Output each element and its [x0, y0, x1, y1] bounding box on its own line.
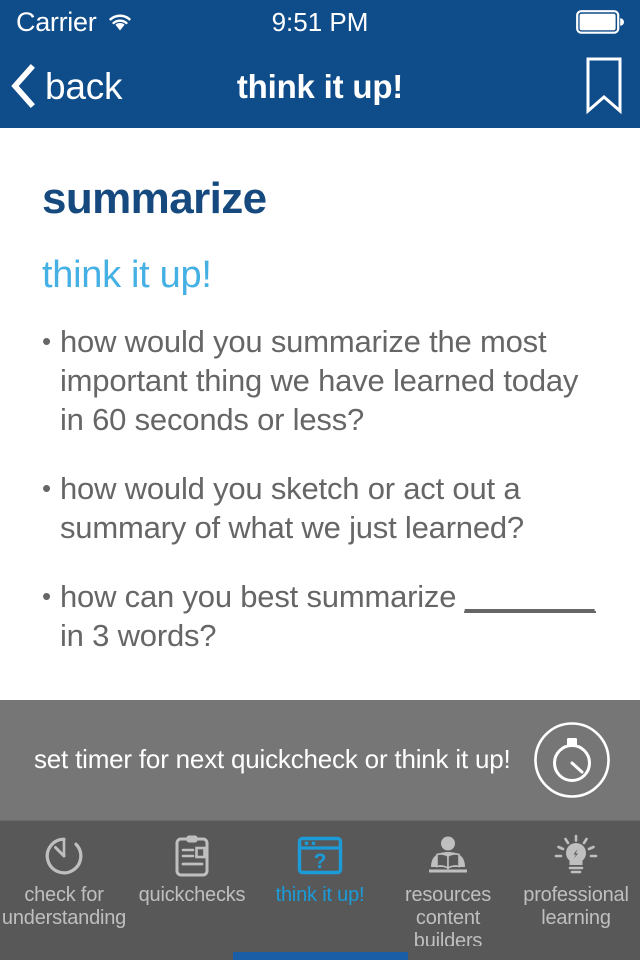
back-button-label: back: [45, 65, 123, 107]
tab-label: resources content builders: [404, 884, 491, 952]
fill-in-blank: ________: [464, 579, 596, 615]
clipboard-icon: [174, 833, 210, 879]
tab-think-it-up[interactable]: ? think it up!: [256, 821, 384, 907]
svg-text:?: ?: [314, 850, 327, 873]
stopwatch-icon: [532, 720, 612, 800]
chevron-left-icon: [10, 64, 36, 108]
list-item-text: how can you best summarize ________ in 3…: [60, 577, 600, 655]
tab-professional-learning[interactable]: professional learning: [512, 821, 640, 930]
list-item: • how can you best summarize ________ in…: [42, 577, 600, 655]
browser-question-icon: ?: [297, 833, 343, 879]
tab-label: professional learning: [523, 884, 629, 929]
list-item-text: how would you summarize the most importa…: [60, 324, 579, 438]
wifi-icon: [106, 11, 134, 33]
home-indicator-area: [0, 946, 640, 960]
app-root: Carrier 9:51 PM back think it up! summar…: [0, 0, 640, 960]
carrier-label: Carrier: [16, 6, 97, 37]
bullet-marker: •: [42, 326, 51, 357]
content-heading: summarize: [42, 174, 267, 223]
list-item-text-before: how can you best summarize: [60, 579, 465, 615]
set-timer-bar[interactable]: set timer for next quickcheck or think i…: [0, 700, 640, 820]
clock-gauge-icon: [43, 833, 85, 879]
tab-bar: check for understanding quickchecks ? th…: [0, 820, 640, 952]
status-bar-right: [576, 10, 624, 34]
tab-check-for-understanding[interactable]: check for understanding: [0, 821, 128, 930]
main-content: summarize think it up! • how would you s…: [0, 128, 640, 700]
status-bar: Carrier 9:51 PM: [0, 0, 640, 44]
content-subheading: think it up!: [42, 254, 212, 297]
tab-quickchecks[interactable]: quickchecks: [128, 821, 256, 907]
tab-resources-content-builders[interactable]: resources content builders: [384, 821, 512, 953]
bullet-marker: •: [42, 581, 51, 612]
list-item: • how would you sketch or act out a summ…: [42, 469, 600, 547]
list-item-text-after: in 3 words?: [60, 618, 217, 654]
navigation-bar: back think it up!: [0, 44, 640, 128]
bookmark-icon: [582, 56, 626, 116]
tab-label: check for understanding: [1, 884, 127, 929]
status-bar-left: Carrier: [16, 6, 134, 37]
battery-icon: [576, 10, 624, 34]
person-reading-icon: [425, 833, 471, 879]
bullet-marker: •: [42, 473, 51, 504]
set-timer-label: set timer for next quickcheck or think i…: [34, 744, 511, 775]
set-timer-button[interactable]: [532, 720, 612, 800]
list-item: • how would you summarize the most impor…: [42, 322, 600, 439]
tab-label: quickchecks: [138, 884, 246, 906]
tab-label: think it up!: [275, 884, 365, 906]
lightbulb-icon: [552, 833, 600, 879]
list-item-text: how would you sketch or act out a summar…: [60, 471, 524, 546]
home-indicator[interactable]: [232, 952, 408, 960]
prompt-list: • how would you summarize the most impor…: [42, 322, 600, 655]
back-button[interactable]: back: [10, 64, 123, 108]
bookmark-button[interactable]: [582, 56, 626, 116]
